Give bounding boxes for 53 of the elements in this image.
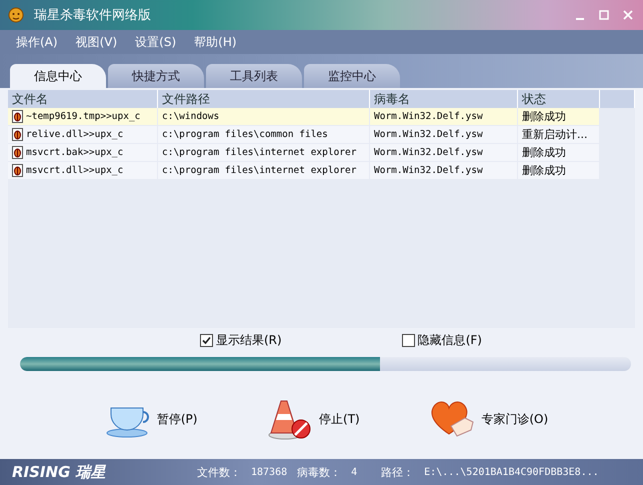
cell-text: c:\program files\internet explorer <box>162 165 356 176</box>
cell-text: msvcrt.bak>>upx_c <box>26 147 124 158</box>
checkbox-box[interactable] <box>200 334 213 347</box>
maximize-icon <box>599 10 609 20</box>
path-label: 路径： <box>381 464 414 480</box>
brand-logo: RISING 瑞星 <box>12 462 107 482</box>
cell-text: Worm.Win32.Delf.ysw <box>374 129 483 140</box>
maximize-button[interactable] <box>597 8 611 22</box>
files-count: 187368 <box>251 466 288 478</box>
column-header[interactable]: 文件名 <box>8 90 158 108</box>
cell-text: c:\windows <box>162 111 220 122</box>
menu-item[interactable]: 设置(S) <box>135 34 176 50</box>
virus-count: 4 <box>351 466 358 478</box>
column-header <box>600 90 635 108</box>
cell-text: 删除成功 <box>522 163 566 178</box>
close-icon <box>623 10 633 20</box>
column-header[interactable]: 病毒名 <box>370 90 518 108</box>
action-button[interactable]: 专家门诊(O) <box>423 397 554 441</box>
cell-text: 重新启动计... <box>522 127 588 142</box>
checkbox-box[interactable] <box>402 334 415 347</box>
cell-text: ~temp9619.tmp>>upx_c <box>26 111 140 122</box>
action-button[interactable]: 暂停(P) <box>98 399 204 439</box>
checkmark-icon <box>202 336 211 345</box>
cell-text: c:\program files\common files <box>162 129 328 140</box>
menu-item[interactable]: 操作(A) <box>16 34 58 50</box>
cell-text: 删除成功 <box>522 109 566 124</box>
tab[interactable]: 信息中心 <box>10 64 106 88</box>
minimize-icon <box>576 18 584 20</box>
virus-label: 病毒数： <box>297 464 342 480</box>
cell-text: Worm.Win32.Delf.ysw <box>374 147 483 158</box>
files-label: 文件数： <box>197 464 241 480</box>
checkbox-label: 隐藏信息(F) <box>418 332 482 349</box>
column-header[interactable]: 状态 <box>518 90 600 108</box>
window-title: 瑞星杀毒软件网络版 <box>34 7 152 24</box>
checkbox-label: 显示结果(R) <box>216 332 282 349</box>
cell-text: msvcrt.dll>>upx_c <box>26 165 124 176</box>
cell-text: 删除成功 <box>522 145 566 160</box>
tab[interactable]: 快捷方式 <box>108 64 204 88</box>
menu-item[interactable]: 帮助(H) <box>194 34 237 50</box>
path-value: E:\...\5201BA1B4C90FDBB3E8... <box>424 466 599 478</box>
cell-text: relive.dll>>upx_c <box>26 129 124 140</box>
tab[interactable]: 工具列表 <box>206 64 302 88</box>
cell-text: Worm.Win32.Delf.ysw <box>374 111 483 122</box>
action-button[interactable]: 停止(T) <box>261 396 366 442</box>
column-header[interactable]: 文件路径 <box>158 90 370 108</box>
cell-text: c:\program files\internet explorer <box>162 147 356 158</box>
menu-item[interactable]: 视图(V) <box>76 34 118 50</box>
checkbox[interactable]: 隐藏信息(F) <box>402 332 482 349</box>
cell-text: Worm.Win32.Delf.ysw <box>374 165 483 176</box>
checkbox[interactable]: 显示结果(R) <box>200 332 282 349</box>
virus-file-icon <box>12 110 23 123</box>
close-button[interactable] <box>621 8 635 22</box>
tab[interactable]: 监控中心 <box>304 64 400 88</box>
